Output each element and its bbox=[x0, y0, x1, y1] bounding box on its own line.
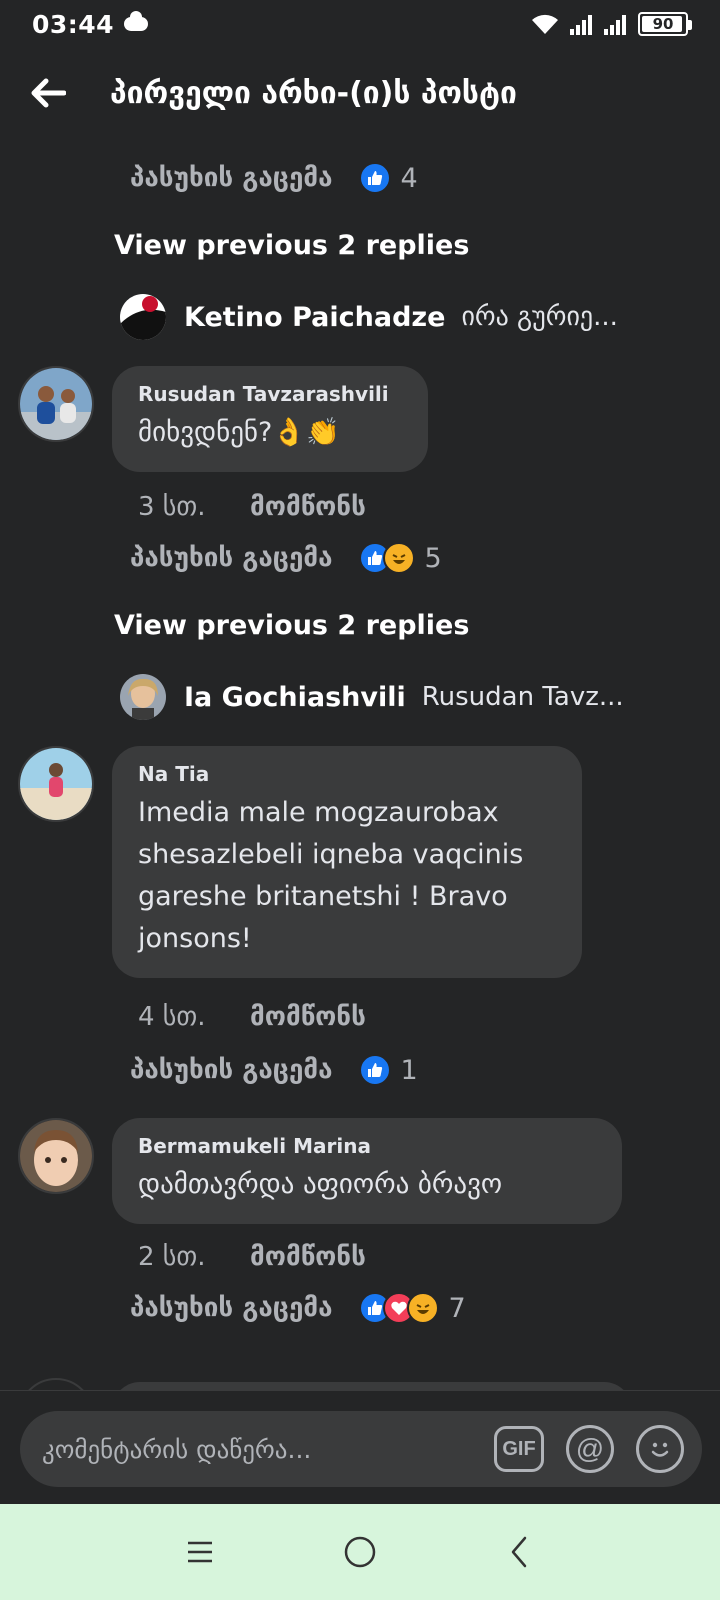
view-previous-replies[interactable]: View previous 2 replies bbox=[114, 610, 469, 641]
comment-time[interactable]: 3 სთ. bbox=[130, 492, 250, 522]
reaction-summary[interactable]: 4 bbox=[358, 162, 418, 194]
comment-text: მიხვდნენ?👌👏 bbox=[138, 417, 340, 448]
reply-preview[interactable]: Ia Gochiashvili Rusudan Tavz... bbox=[120, 674, 624, 720]
haha-reaction-icon bbox=[382, 542, 415, 574]
reply-preview[interactable]: Ketino Paichadze ირა გურიე... bbox=[120, 294, 618, 340]
comment-meta: 4 სთ. მომწონს bbox=[130, 1002, 366, 1032]
comment-actions: პასუხის გაცემა 4 bbox=[130, 162, 418, 194]
composer-tools: GIF @ bbox=[494, 1425, 702, 1473]
comment-input[interactable]: კომენტარის დაწერა... GIF @ bbox=[20, 1411, 702, 1487]
avatar bbox=[120, 674, 166, 720]
comment-text: Imedia male mogzaurobax shesazlebeli iqn… bbox=[138, 792, 556, 960]
comment-actions: პასუხის გაცემა 5 bbox=[130, 542, 442, 574]
avatar[interactable] bbox=[18, 1118, 94, 1194]
chevron-left-icon bbox=[511, 1536, 527, 1568]
nav-back-button[interactable] bbox=[490, 1522, 550, 1582]
reply-snippet: Rusudan Tavz... bbox=[421, 682, 624, 712]
comment-actions: პასუხის გაცემა 1 bbox=[130, 1054, 418, 1086]
comment-author[interactable]: Na Tia bbox=[138, 762, 556, 786]
battery-level: 90 bbox=[652, 15, 674, 33]
reply-author: Ia Gochiashvili bbox=[184, 681, 406, 713]
page-title: პირველი არხი-(ი)ს პოსტი bbox=[110, 75, 517, 111]
reply-button[interactable]: პასუხის გაცემა bbox=[130, 1055, 333, 1085]
mention-button[interactable]: @ bbox=[566, 1425, 614, 1473]
comment-meta: 2 სთ. მომწონს bbox=[130, 1242, 366, 1272]
comment-meta: 3 სთ. მომწონს bbox=[130, 492, 366, 522]
reaction-count: 1 bbox=[400, 1054, 418, 1086]
home-circle-icon bbox=[344, 1536, 376, 1568]
comment-time[interactable]: 2 სთ. bbox=[130, 1242, 250, 1272]
comment-text-line: shesazlebeli iqneba vaqcinis bbox=[138, 839, 524, 870]
status-bar: 03:44 90 bbox=[0, 0, 720, 48]
comment-author[interactable]: Bermamukeli Marina bbox=[138, 1134, 596, 1158]
like-button[interactable]: მომწონს bbox=[250, 1002, 366, 1032]
reaction-summary[interactable]: 1 bbox=[358, 1054, 418, 1086]
reaction-count: 5 bbox=[424, 542, 442, 574]
comment-actions: პასუხის გაცემა 7 bbox=[130, 1292, 466, 1324]
reply-button[interactable]: პასუხის გაცემა bbox=[130, 1293, 333, 1323]
home-button[interactable] bbox=[330, 1522, 390, 1582]
header: პირველი არხი-(ი)ს პოსტი bbox=[0, 58, 720, 128]
avatar[interactable] bbox=[18, 366, 94, 442]
like-button[interactable]: მომწონს bbox=[250, 492, 366, 522]
comment-author[interactable]: Rusudan Tavzarashvili bbox=[138, 382, 402, 406]
composer-bar: კომენტარის დაწერა... GIF @ bbox=[0, 1390, 720, 1504]
reply-button[interactable]: პასუხის გაცემა bbox=[130, 163, 333, 193]
comment-bubble[interactable]: Bermamukeli Marina დამთავრდა აფიორა ბრავ… bbox=[112, 1118, 622, 1224]
avatar bbox=[120, 294, 166, 340]
comments-feed[interactable]: პასუხის გაცემა 4 View previous 2 replies… bbox=[0, 128, 720, 1390]
like-button[interactable]: მომწონს bbox=[250, 1242, 366, 1272]
arrow-left-icon bbox=[31, 78, 66, 108]
smiley-icon bbox=[651, 1442, 669, 1457]
signal-icon bbox=[570, 15, 592, 35]
comment-text-line: gareshe britanetshi ! Bravo bbox=[138, 881, 508, 912]
avatar[interactable] bbox=[18, 1378, 94, 1390]
comment-text-line: Imedia male mogzaurobax bbox=[138, 797, 499, 828]
reply-button[interactable]: პასუხის გაცემა bbox=[130, 543, 333, 573]
view-previous-replies[interactable]: View previous 2 replies bbox=[114, 230, 469, 261]
reaction-summary[interactable]: 7 bbox=[358, 1292, 466, 1324]
status-icons: 90 bbox=[530, 12, 692, 36]
status-time: 03:44 bbox=[32, 9, 115, 39]
recent-apps-icon bbox=[188, 1541, 212, 1563]
comment-text-line: jonsons! bbox=[138, 923, 252, 954]
comment-placeholder: კომენტარის დაწერა... bbox=[42, 1434, 312, 1464]
comment-bubble[interactable]: Na Tia Imedia male mogzaurobax shesazleb… bbox=[112, 746, 582, 978]
comment-text: დამთავრდა აფიორა ბრავო bbox=[138, 1169, 503, 1200]
recent-apps-button[interactable] bbox=[170, 1522, 230, 1582]
haha-reaction-icon bbox=[406, 1292, 439, 1324]
avatar[interactable] bbox=[18, 746, 94, 822]
comment-bubble[interactable] bbox=[112, 1382, 632, 1390]
reply-snippet: ირა გურიე... bbox=[461, 302, 618, 332]
like-reaction-icon bbox=[358, 1054, 391, 1086]
reaction-summary[interactable]: 5 bbox=[358, 542, 442, 574]
reply-author: Ketino Paichadze bbox=[184, 301, 446, 333]
cloud-icon bbox=[124, 11, 149, 31]
reaction-count: 4 bbox=[400, 162, 418, 194]
gif-button[interactable]: GIF bbox=[494, 1426, 544, 1472]
system-navbar bbox=[0, 1504, 720, 1600]
comment-bubble[interactable]: Rusudan Tavzarashvili მიხვდნენ?👌👏 bbox=[112, 366, 428, 472]
wifi-icon bbox=[532, 14, 558, 34]
back-button[interactable] bbox=[28, 73, 68, 113]
comment-time[interactable]: 4 სთ. bbox=[130, 1002, 250, 1032]
battery-icon: 90 bbox=[638, 12, 692, 36]
signal-icon-2 bbox=[604, 15, 626, 35]
emoji-button[interactable] bbox=[636, 1425, 684, 1473]
reaction-count: 7 bbox=[448, 1292, 466, 1324]
like-reaction-icon bbox=[358, 162, 391, 194]
